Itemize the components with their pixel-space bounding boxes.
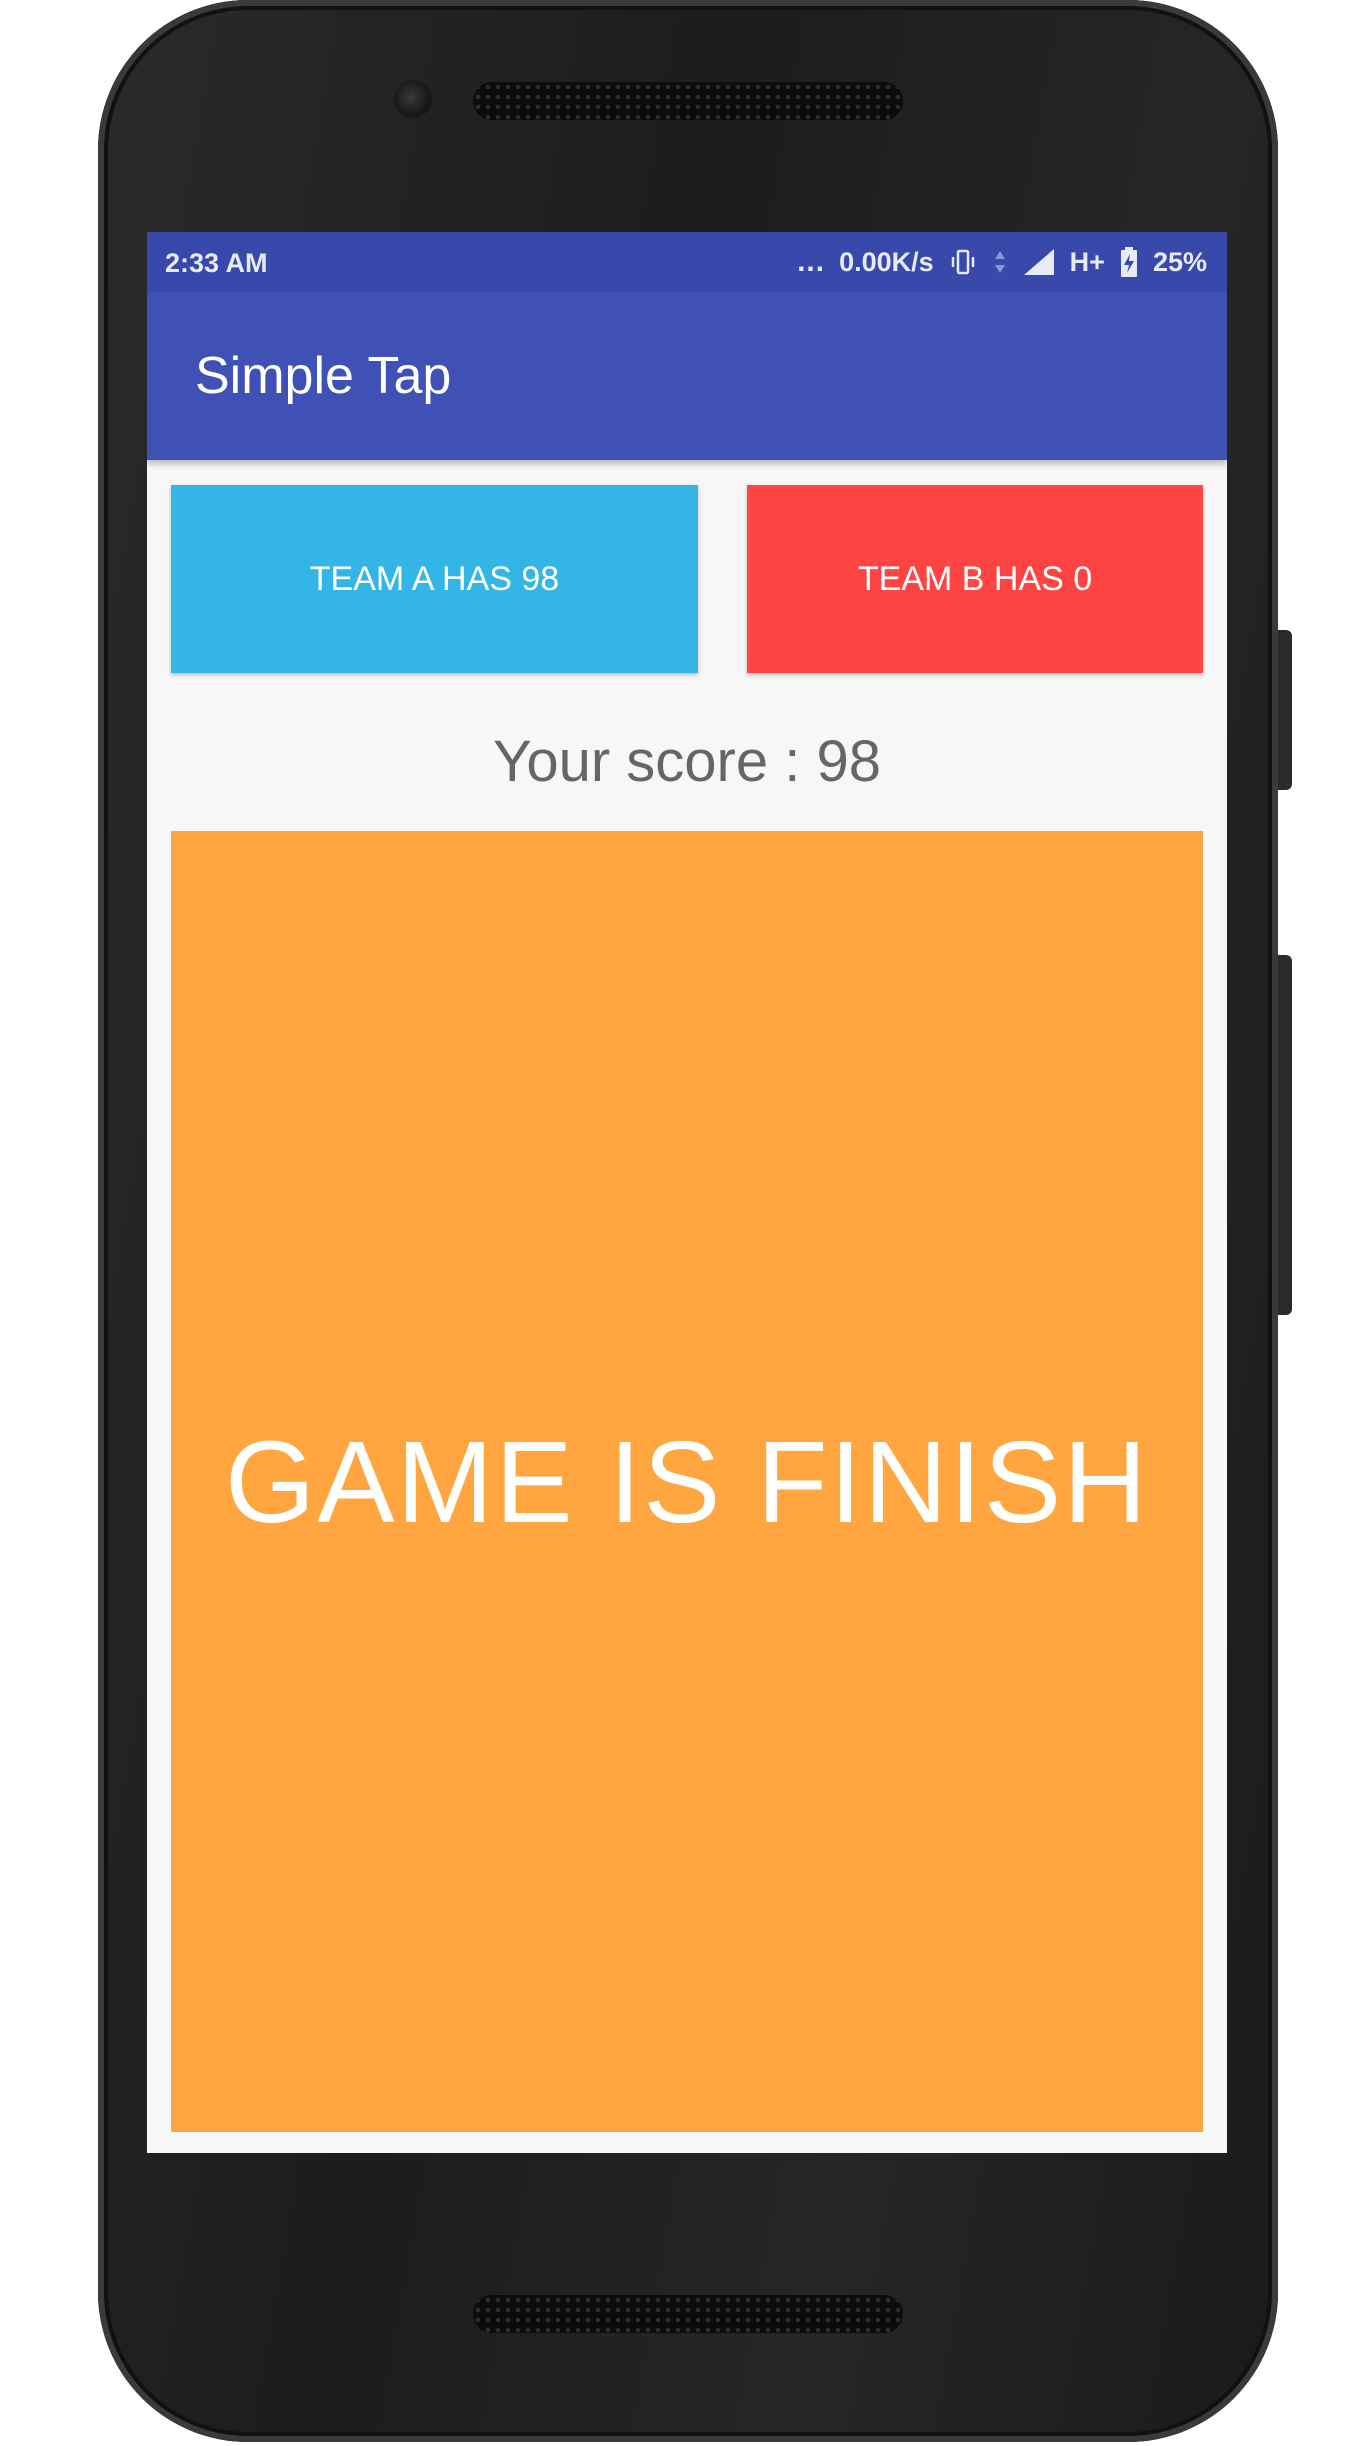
power-button xyxy=(1278,630,1292,790)
game-status-message: GAME IS FINISH xyxy=(225,1416,1149,1547)
signal-icon xyxy=(1022,247,1056,277)
vibrate-icon xyxy=(948,247,978,277)
bottom-speaker xyxy=(473,2295,903,2333)
app-title: Simple Tap xyxy=(195,347,452,405)
network-speed: 0.00K/s xyxy=(839,246,934,277)
app-bar: Simple Tap xyxy=(147,292,1227,460)
team-a-button[interactable]: TEAM A HAS 98 xyxy=(171,485,698,673)
status-bar: 2:33 AM ... 0.00K/s H+ 25% xyxy=(147,232,1227,292)
volume-button xyxy=(1278,955,1292,1315)
network-type: H+ xyxy=(1069,246,1105,277)
battery-charging-icon xyxy=(1119,246,1139,278)
score-text: Your score : 98 xyxy=(493,729,881,794)
top-speaker xyxy=(473,82,903,120)
more-dots-icon: ... xyxy=(797,245,826,278)
status-icons: ... 0.00K/s H+ 25% xyxy=(797,246,1207,278)
front-camera xyxy=(394,80,432,118)
screen: 2:33 AM ... 0.00K/s H+ 25% Simple Tap TE… xyxy=(147,232,1227,2153)
device-frame-stage: 2:33 AM ... 0.00K/s H+ 25% Simple Tap TE… xyxy=(0,0,1370,2446)
team-b-button[interactable]: TEAM B HAS 0 xyxy=(747,485,1203,673)
status-time: 2:33 AM xyxy=(165,248,268,278)
battery-level: 25% xyxy=(1152,246,1207,277)
tap-game-area[interactable]: GAME IS FINISH xyxy=(171,831,1203,2132)
data-arrows-icon xyxy=(992,247,1008,277)
